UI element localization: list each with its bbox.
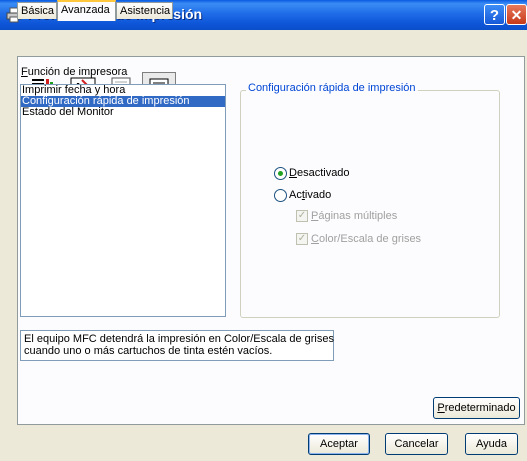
tab-basica[interactable]: Básica [17,2,57,19]
checkbox-paginas-multiples[interactable]: ✓ [296,210,308,222]
status-line-2: cuando uno o más cartuchos de tinta esté… [24,345,273,357]
close-button[interactable]: ✕ [506,4,527,25]
help-dialog-button[interactable]: Ayuda [465,433,518,455]
radio-desactivado-label[interactable]: Desactivado [289,167,350,179]
tab-avanzada[interactable]: Avanzada [57,0,116,21]
radio-activado-label[interactable]: Activado [289,189,331,201]
list-item-estado-monitor[interactable]: Estado del Monitor [21,107,225,118]
checkbox-paginas-multiples-label: Páginas múltiples [311,210,398,222]
default-button[interactable]: Predeterminado [433,397,520,419]
radio-desactivado[interactable] [274,167,287,180]
radio-selected-dot [278,171,283,176]
quick-setup-group-title: Configuración rápida de impresión [246,82,418,94]
cancel-button[interactable]: Cancelar [385,433,448,455]
radio-activado[interactable] [274,189,287,202]
accept-button[interactable]: Aceptar [308,433,370,455]
status-line-1: El equipo MFC detendrá la impresión en C… [24,333,334,345]
help-button[interactable]: ? [484,4,505,25]
function-list[interactable]: Imprimir fecha y hora Configuración rápi… [20,84,226,317]
function-list-label: Función de impresora [21,66,128,78]
checkbox-color-grises-label: Color/Escala de grises [311,233,422,245]
checkbox-color-grises[interactable]: ✓ [296,233,308,245]
quick-setup-group [240,90,500,318]
status-message: El equipo MFC detendrá la impresión en C… [20,330,334,361]
tab-asistencia[interactable]: Asistencia [116,2,173,19]
